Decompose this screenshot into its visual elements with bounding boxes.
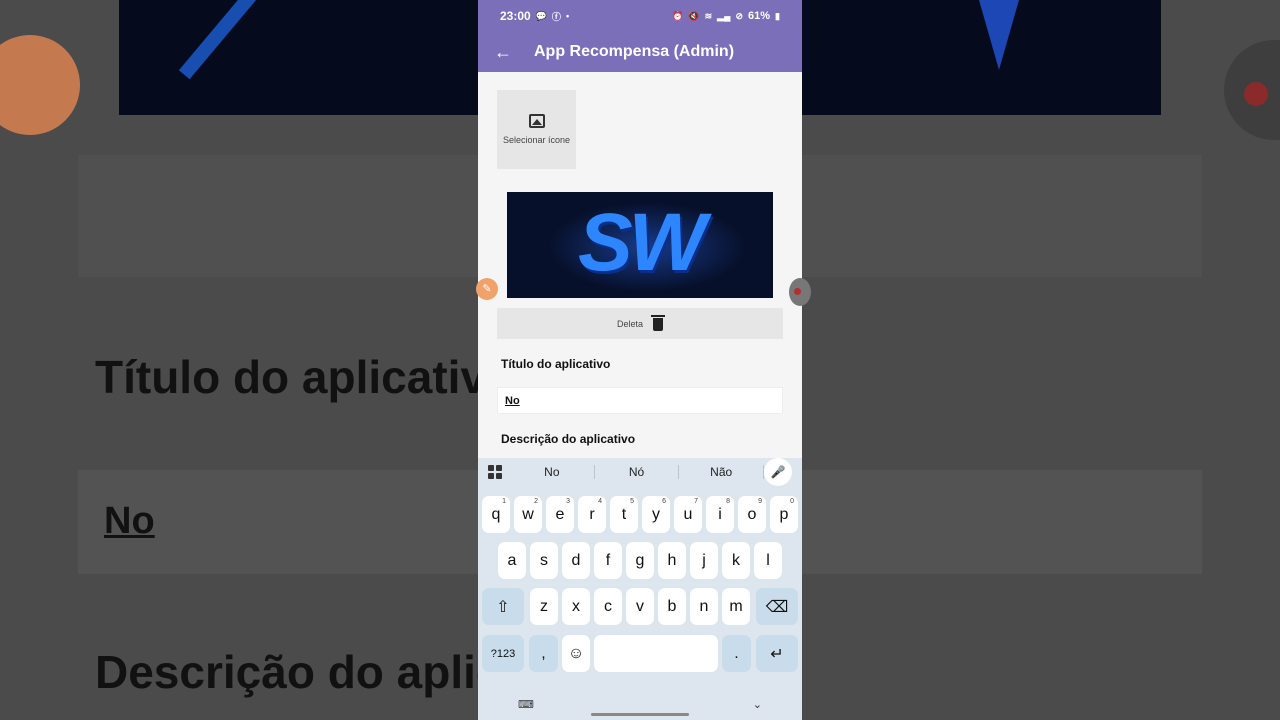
delete-label: Deleta	[616, 318, 643, 329]
app-bar: ← App Recompensa (Admin)	[478, 32, 802, 72]
background-brush-circle	[0, 35, 80, 135]
page-title: App Recompensa (Admin)	[534, 43, 735, 60]
record-floating-button[interactable]	[789, 278, 811, 306]
key-q[interactable]: q1	[482, 496, 510, 533]
keyboard-switch-icon[interactable]: ⌨	[518, 698, 534, 711]
phone-screen: 23:00 💬 ⓕ • ⏰ 🔇 ≋ ▂▄ ⊘ 61% ▮ ← App Recom…	[478, 0, 802, 720]
background-desc-label: Descrição do aplica	[95, 646, 528, 698]
key-z[interactable]: z	[530, 588, 558, 625]
key-r[interactable]: r4	[578, 496, 606, 533]
form-content: Selecionar ícone SW Deleta Título do apl…	[478, 72, 802, 458]
suggestion-1[interactable]: No	[510, 465, 595, 479]
key-j[interactable]: j	[690, 542, 718, 579]
key-y[interactable]: y6	[642, 496, 670, 533]
key-m[interactable]: m	[722, 588, 750, 625]
key-h[interactable]: h	[658, 542, 686, 579]
background-title-label: Título do aplicativo	[95, 351, 515, 403]
alarm-icon: ⏰	[672, 10, 684, 21]
message-icon: 💬	[535, 10, 547, 21]
title-input-value: No	[505, 394, 520, 407]
key-v[interactable]: v	[626, 588, 654, 625]
suggestion-2[interactable]: Nó	[595, 465, 680, 479]
key-p[interactable]: p0	[770, 496, 798, 533]
status-time: 23:00	[500, 9, 531, 23]
comma-key[interactable]: ,	[529, 635, 558, 672]
mute-icon: 🔇	[688, 10, 700, 21]
enter-icon[interactable]: ↵	[756, 635, 798, 672]
hide-keyboard-icon[interactable]: ⌄	[753, 698, 762, 711]
key-w[interactable]: w2	[514, 496, 542, 533]
suggestion-bar: No Nó Não 🎤	[478, 458, 802, 486]
key-l[interactable]: l	[754, 542, 782, 579]
space-key[interactable]	[594, 635, 718, 672]
home-indicator[interactable]	[591, 713, 689, 716]
key-f[interactable]: f	[594, 542, 622, 579]
banner-image: SW	[507, 192, 773, 298]
title-label: Título do aplicativo	[501, 357, 611, 371]
key-b[interactable]: b	[658, 588, 686, 625]
battery-icon: ▮	[775, 10, 780, 21]
arrow-left-icon[interactable]: ←	[494, 42, 518, 63]
key-i[interactable]: i8	[706, 496, 734, 533]
status-bar: 23:00 💬 ⓕ • ⏰ 🔇 ≋ ▂▄ ⊘ 61% ▮	[478, 0, 802, 32]
key-a[interactable]: a	[498, 542, 526, 579]
shift-icon[interactable]: ⇧	[482, 588, 524, 625]
symbols-key[interactable]: ?123	[482, 635, 524, 672]
key-e[interactable]: e3	[546, 496, 574, 533]
facebook-icon: ⓕ	[551, 11, 561, 22]
key-x[interactable]: x	[562, 588, 590, 625]
key-d[interactable]: d	[562, 542, 590, 579]
notification-dot-icon: •	[565, 11, 570, 21]
select-icon-label: Selecionar ícone	[502, 135, 571, 145]
suggestion-3[interactable]: Não	[679, 465, 765, 479]
battery-percent: 61%	[748, 10, 771, 22]
trash-icon	[651, 315, 665, 331]
apps-grid-icon[interactable]	[488, 465, 502, 479]
period-key[interactable]: .	[722, 635, 751, 672]
title-input[interactable]: No	[497, 387, 783, 414]
key-g[interactable]: g	[626, 542, 654, 579]
key-k[interactable]: k	[722, 542, 750, 579]
description-label: Descrição do aplicativo	[501, 432, 636, 446]
delete-button[interactable]: Deleta	[497, 308, 783, 339]
dnd-icon: ⊘	[735, 10, 744, 21]
key-c[interactable]: c	[594, 588, 622, 625]
select-icon-button[interactable]: Selecionar ícone	[497, 90, 576, 169]
image-icon	[528, 114, 545, 128]
microphone-icon[interactable]: 🎤	[764, 458, 793, 486]
on-screen-keyboard: No Nó Não 🎤 q1w2e3r4t5y6u7i8o9p0 asdfghj…	[478, 458, 802, 720]
wifi-icon: ≋	[704, 10, 713, 21]
key-s[interactable]: s	[530, 542, 558, 579]
key-o[interactable]: o9	[738, 496, 766, 533]
key-u[interactable]: u7	[674, 496, 702, 533]
backspace-icon[interactable]: ⌫	[756, 588, 798, 625]
key-n[interactable]: n	[690, 588, 718, 625]
brush-floating-button[interactable]: ✎	[476, 278, 498, 300]
banner-logo-text: SW	[577, 197, 706, 288]
emoji-icon[interactable]: ☺	[562, 635, 590, 672]
background-record-circle	[1224, 40, 1280, 140]
background-title-value: No	[104, 500, 155, 542]
key-t[interactable]: t5	[610, 496, 638, 533]
signal-icon: ▂▄	[717, 10, 731, 21]
